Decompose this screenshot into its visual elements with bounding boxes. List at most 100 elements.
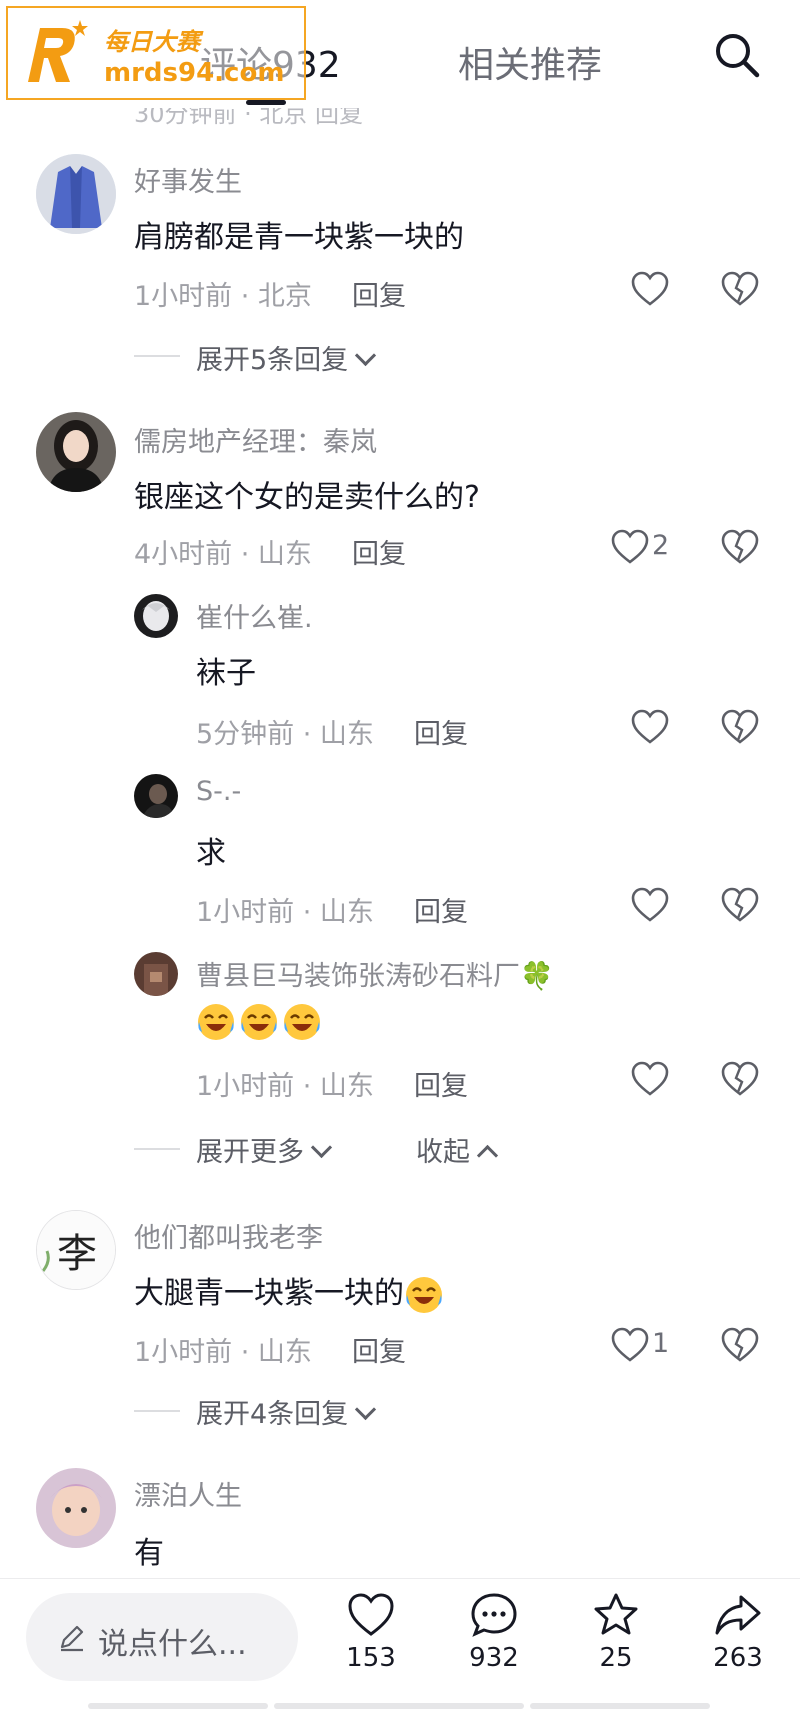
comment-text: 肩膀都是青一块紫一块的 (134, 220, 464, 255)
share-action[interactable]: 263 (693, 1591, 783, 1673)
reply-avatar[interactable] (134, 774, 178, 818)
nav-indicator (88, 1703, 268, 1709)
comment-text: 银座这个女的是卖什么的? (134, 480, 480, 515)
nav-indicator (530, 1703, 710, 1709)
share-arrow-icon (715, 1595, 761, 1635)
heart-icon (348, 1593, 394, 1636)
like-action[interactable]: 153 (326, 1591, 416, 1673)
tab-related[interactable]: 相关推荐 (458, 36, 602, 88)
reply-time-location: 1小时前 · 山东 (196, 897, 374, 928)
like-count: 1 (652, 1328, 670, 1359)
comment-text-content: 大腿青一块紫一块的 (134, 1276, 404, 1311)
expand-more-button[interactable]: 展开更多 (196, 1130, 333, 1169)
comment-count: 932 (469, 1643, 519, 1673)
expand-divider (134, 1148, 180, 1150)
reply-time-location: 5分钟前 · 山东 (196, 719, 374, 750)
like-count: 2 (652, 530, 670, 561)
avatar[interactable] (36, 154, 116, 234)
dislike-broken-heart-icon[interactable] (720, 528, 760, 566)
chevron-up-icon (476, 1144, 499, 1167)
avatar-woman-icon (36, 412, 116, 492)
avatar-building-icon (134, 952, 178, 996)
like-heart-icon[interactable] (630, 886, 670, 924)
comment-text: 大腿青一块紫一块的 (134, 1268, 447, 1315)
avatar[interactable] (36, 1468, 116, 1548)
reply-button[interactable]: 回复 (352, 274, 406, 313)
reply-button[interactable]: 回复 (414, 1064, 468, 1103)
expand-divider (134, 1410, 180, 1412)
r-logo-icon (28, 20, 88, 82)
dislike-broken-heart-icon[interactable] (720, 270, 760, 308)
comment-author[interactable]: 好事发生 (134, 160, 242, 199)
expand-divider (134, 355, 180, 357)
dislike-broken-heart-icon[interactable] (720, 1060, 760, 1098)
laugh-cry-emoji-icon (406, 1276, 442, 1313)
reply-avatar[interactable] (134, 952, 178, 996)
comment-author[interactable]: 儒房地产经理：秦岚 (134, 420, 377, 459)
avatar-dark-photo-icon (134, 774, 178, 818)
reply-author[interactable]: 曹县巨马装饰张涛砂石料厂🍀 (196, 954, 554, 993)
search-icon[interactable] (712, 30, 762, 80)
like-heart-icon[interactable] (610, 1326, 650, 1364)
reply-text: 求 (196, 836, 226, 871)
laugh-cry-emoji-icon (198, 1004, 234, 1040)
expand-label: 展开5条回复 (196, 345, 349, 376)
comment-bubble-icon (471, 1593, 517, 1637)
avatar[interactable]: 李 (36, 1210, 116, 1290)
watermark-logo: 每日大赛 mrds94.com (6, 6, 306, 100)
reply-text: 袜子 (196, 656, 256, 691)
comment-input[interactable]: 说点什么... (26, 1593, 298, 1681)
share-count: 263 (713, 1643, 763, 1673)
reply-button[interactable]: 回复 (414, 712, 468, 751)
avatar-baby-icon (36, 1468, 116, 1548)
reply-author[interactable]: 崔什么崔. (196, 596, 313, 635)
chevron-down-icon (355, 1398, 377, 1421)
watermark-url: mrds94.com (104, 58, 285, 88)
laugh-cry-emoji-icon (284, 1004, 320, 1040)
like-count: 153 (346, 1643, 396, 1673)
avatar-anime-icon (134, 594, 178, 638)
collapse-button[interactable]: 收起 (416, 1130, 499, 1169)
reply-text (196, 1002, 325, 1042)
comment-author[interactable]: 漂泊人生 (134, 1474, 242, 1513)
comment-time-location: 1小时前 · 山东 (134, 1337, 312, 1368)
reply-button[interactable]: 回复 (352, 532, 406, 571)
like-heart-icon[interactable] (610, 528, 650, 566)
reply-time-location: 1小时前 · 山东 (196, 1071, 374, 1102)
comment-time-location: 4小时前 · 山东 (134, 539, 312, 570)
like-heart-icon[interactable] (630, 708, 670, 746)
like-heart-icon[interactable] (630, 270, 670, 308)
reply-avatar[interactable] (134, 594, 178, 638)
reply-button[interactable]: 回复 (414, 890, 468, 929)
expand-more-label: 展开更多 (196, 1137, 304, 1168)
dislike-broken-heart-icon[interactable] (720, 886, 760, 924)
collapse-label: 收起 (416, 1137, 470, 1168)
comment-text: 有 (134, 1536, 164, 1571)
active-tab-indicator (246, 100, 286, 105)
favorite-count: 25 (599, 1643, 633, 1673)
watermark-title: 每日大赛 (104, 28, 200, 56)
avatar-calligraphy-icon: 李 (37, 1211, 115, 1289)
avatar-jacket-icon (36, 154, 116, 234)
comment-action[interactable]: 932 (449, 1591, 539, 1673)
like-heart-icon[interactable] (630, 1060, 670, 1098)
avatar[interactable] (36, 412, 116, 492)
expand-replies-button[interactable]: 展开5条回复 (196, 338, 377, 377)
reply-author[interactable]: S-.- (196, 776, 241, 807)
input-placeholder: 说点什么... (98, 1627, 247, 1662)
pencil-icon (60, 1625, 84, 1652)
expand-replies-button[interactable]: 展开4条回复 (196, 1392, 377, 1431)
expand-label: 展开4条回复 (196, 1399, 349, 1430)
chevron-down-icon (355, 344, 377, 367)
dislike-broken-heart-icon[interactable] (720, 1326, 760, 1364)
svg-text:李: 李 (57, 1231, 97, 1277)
star-icon (594, 1593, 638, 1635)
reply-button[interactable]: 回复 (352, 1330, 406, 1369)
laugh-cry-emoji-icon (241, 1004, 277, 1040)
dislike-broken-heart-icon[interactable] (720, 708, 760, 746)
comment-time-location: 1小时前 · 北京 (134, 281, 312, 312)
bottom-action-bar: 说点什么... 153 932 25 263 (0, 1578, 800, 1713)
comment-author[interactable]: 他们都叫我老李 (134, 1216, 323, 1255)
favorite-action[interactable]: 25 (571, 1591, 661, 1673)
nav-indicator (274, 1703, 524, 1709)
